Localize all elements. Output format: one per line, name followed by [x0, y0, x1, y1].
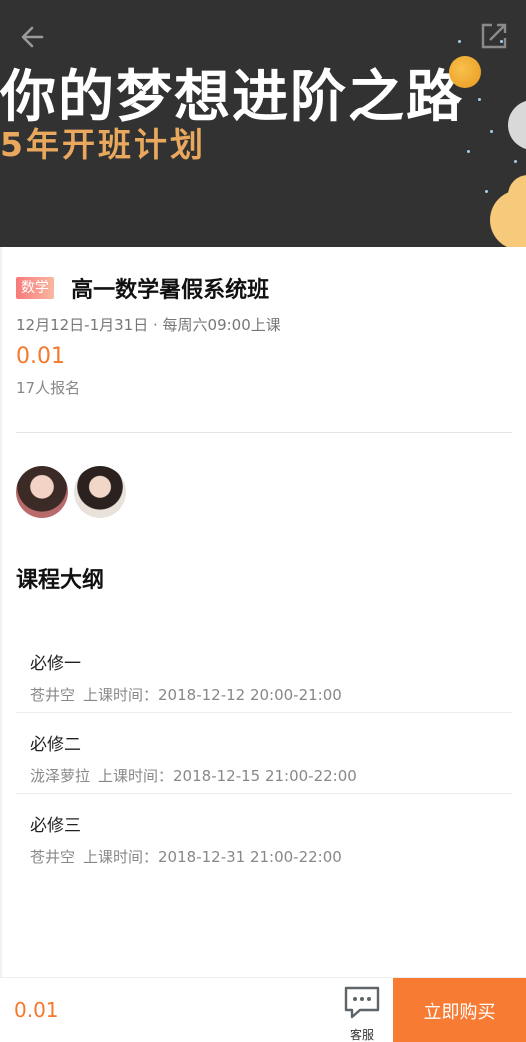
bottom-action-bar: 0.01 客服 立即购买: [0, 977, 526, 1042]
lesson-teacher: 苍井空: [30, 686, 76, 704]
buy-now-button[interactable]: 立即购买: [393, 978, 526, 1042]
back-button[interactable]: [18, 22, 50, 52]
star-decoration: [485, 190, 488, 193]
lesson-name: 必修三: [30, 816, 81, 836]
teacher-avatar[interactable]: [16, 466, 68, 518]
lesson-list: 必修一 苍井空 上课时间：2018-12-12 20:00-21:00 必修二 泷…: [16, 632, 512, 875]
outline-heading: 课程大纲: [16, 568, 105, 593]
course-schedule: 12月12日-1月31日 · 每周六09:00上课: [16, 316, 281, 334]
lesson-time: 上课时间：2018-12-15 21:00-22:00: [98, 767, 357, 785]
page-edge: [0, 247, 2, 977]
lesson-name: 必修一: [30, 654, 81, 674]
moon-decoration: [449, 56, 481, 88]
star-decoration: [490, 130, 493, 133]
bottom-price: 0.01: [14, 998, 59, 1022]
lesson-time: 上课时间：2018-12-12 20:00-21:00: [83, 686, 342, 704]
chat-bubble-icon: [344, 986, 380, 1019]
course-info: 数学 高一数学暑假系统班 12月12日-1月31日 · 每周六09:00上课 0…: [16, 272, 512, 398]
planet-decoration: [508, 100, 526, 150]
enrollment-count: 17人报名: [16, 379, 81, 397]
lesson-name: 必修二: [30, 735, 81, 755]
divider: [16, 432, 512, 433]
star-decoration: [467, 150, 470, 153]
share-button[interactable]: [478, 20, 510, 52]
subject-badge: 数学: [16, 277, 54, 299]
course-banner: 你的梦想进阶之路 5年开班计划: [0, 0, 526, 247]
share-icon: [481, 23, 507, 49]
teacher-avatar[interactable]: [74, 466, 126, 518]
lesson-meta: 泷泽萝拉 上课时间：2018-12-15 21:00-22:00: [30, 765, 512, 786]
lesson-meta: 苍井空 上课时间：2018-12-12 20:00-21:00: [30, 684, 512, 705]
star-decoration: [514, 160, 517, 163]
lesson-item[interactable]: 必修一 苍井空 上课时间：2018-12-12 20:00-21:00: [16, 632, 512, 713]
arrow-left-icon: [21, 26, 44, 48]
course-price: 0.01: [16, 344, 65, 369]
lesson-meta: 苍井空 上课时间：2018-12-31 21:00-22:00: [30, 846, 512, 867]
lesson-item[interactable]: 必修三 苍井空 上课时间：2018-12-31 21:00-22:00: [16, 794, 512, 875]
teacher-avatars: [16, 466, 126, 518]
lesson-teacher: 泷泽萝拉: [30, 767, 91, 785]
service-label: 客服: [349, 1028, 374, 1042]
star-decoration: [478, 98, 481, 101]
star-decoration: [458, 40, 461, 43]
lesson-teacher: 苍井空: [30, 848, 76, 866]
customer-service-button[interactable]: 客服: [340, 984, 384, 1042]
lesson-item[interactable]: 必修二 泷泽萝拉 上课时间：2018-12-15 21:00-22:00: [16, 713, 512, 794]
banner-subline: 5年开班计划: [0, 125, 206, 164]
lesson-time: 上课时间：2018-12-31 21:00-22:00: [83, 848, 342, 866]
course-title: 高一数学暑假系统班: [71, 278, 270, 303]
